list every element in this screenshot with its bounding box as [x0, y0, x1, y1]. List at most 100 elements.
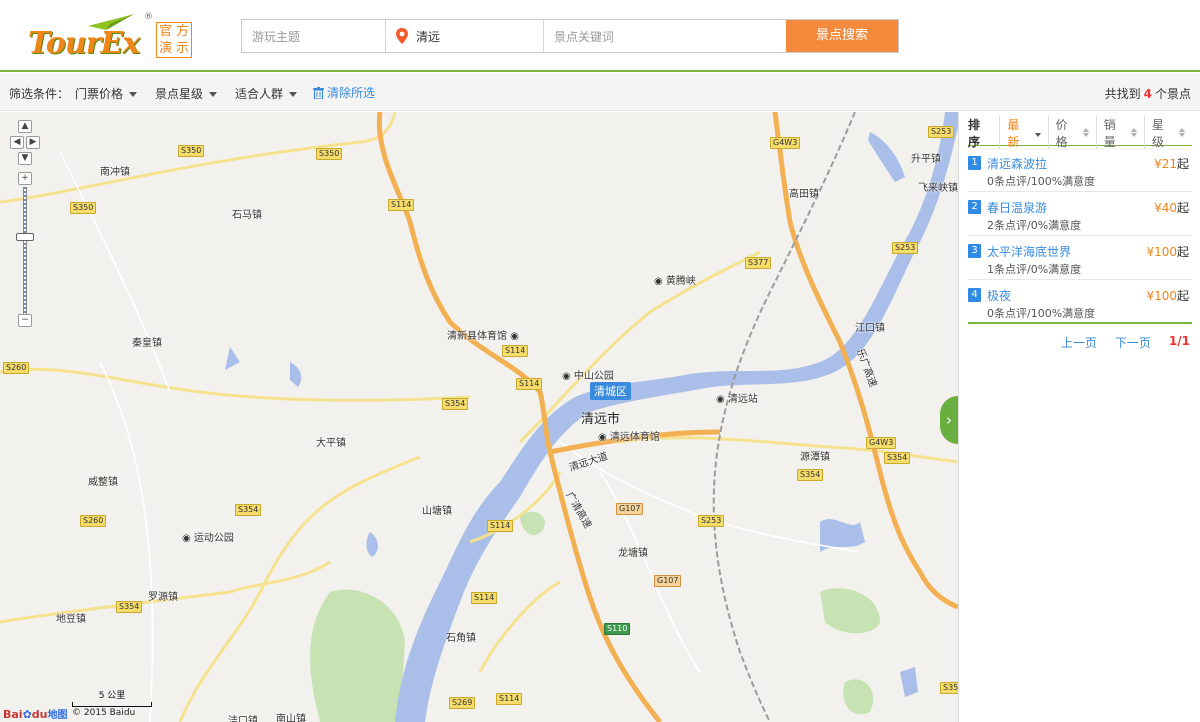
caret-down-icon — [209, 92, 218, 97]
result-item[interactable]: 3 太平洋海底世界 ¥100起 1条点评/0%满意度 — [968, 236, 1192, 280]
sort-arrows-icon — [1034, 128, 1041, 137]
next-page-link[interactable]: 下一页 — [1115, 334, 1151, 351]
location-pin-icon — [396, 28, 408, 44]
result-name-link[interactable]: 清远森波拉 — [987, 155, 1047, 172]
registered-mark: ® — [144, 12, 153, 22]
road-shield: S114 — [496, 693, 523, 705]
sort-header: 排序 最新 价格 销量 星级 — [968, 115, 1192, 150]
prev-page-link[interactable]: 上一页 — [1061, 334, 1097, 351]
sort-arrows-icon — [1130, 128, 1137, 137]
chevron-right-icon: › — [946, 411, 952, 429]
logo-wordmark: TourEx — [28, 26, 140, 61]
city-value: 清远 — [416, 30, 441, 44]
sort-arrows-icon — [1179, 128, 1186, 137]
result-meta: 0条点评/100%满意度 — [987, 307, 1096, 320]
result-price: ¥40起 — [1154, 201, 1189, 215]
filter-ticket-price[interactable]: 门票价格 — [75, 85, 138, 102]
sort-newest[interactable]: 最新 — [999, 115, 1047, 150]
map-place-label: 飞来峡镇 — [918, 183, 958, 194]
logo-official-demo-box: 官方 演示 — [156, 22, 192, 58]
trash-icon — [313, 87, 324, 100]
results-sidebar: 排序 最新 价格 销量 星级 1 清远森波拉 ¥21起 0条点评/100%满意度… — [958, 112, 1200, 722]
road-shield: S350 — [316, 148, 343, 160]
map-place-label: ◉ 清远站 — [716, 394, 758, 405]
sort-stars[interactable]: 星级 — [1143, 115, 1192, 150]
zoom-in-button[interactable]: + — [18, 172, 32, 185]
sort-title: 排序 — [968, 117, 981, 149]
theme-input[interactable]: 游玩主题 — [242, 20, 386, 52]
result-count: 共找到 4 个景点 — [1104, 87, 1191, 101]
zoom-slider-knob[interactable] — [16, 233, 34, 241]
road-shield: S253 — [892, 242, 919, 254]
map-place-label: 山塘镇 — [422, 506, 452, 517]
result-price: ¥100起 — [1146, 245, 1189, 259]
filter-audience[interactable]: 适合人群 — [235, 85, 298, 102]
road-shield: S354 — [235, 504, 262, 516]
map-place-label: ◉ 中山公园 — [562, 371, 614, 382]
road-shield: S253 — [698, 515, 725, 527]
expand-panel-button[interactable]: › — [940, 396, 958, 444]
filter-star-level[interactable]: 景点星级 — [155, 85, 218, 102]
road-shield: S110 — [604, 623, 631, 635]
result-number: 4 — [968, 288, 981, 302]
clear-filters-button[interactable]: 清除所选 — [313, 84, 375, 101]
tourex-logo[interactable]: TourEx ® 官方 演示 — [28, 12, 198, 62]
baidu-map-logo: Bai✿du地图 — [3, 708, 68, 721]
road-shield: S114 — [471, 592, 498, 604]
map-scale: 5 公里 — [72, 688, 152, 707]
result-meta: 2条点评/0%满意度 — [987, 219, 1082, 232]
result-price: ¥21起 — [1154, 157, 1189, 171]
sort-sales[interactable]: 销量 — [1095, 115, 1144, 150]
result-name-link[interactable]: 太平洋海底世界 — [987, 243, 1071, 260]
map-place-label: 南冲镇 — [100, 167, 130, 178]
map-place-label: 高田镇 — [789, 189, 819, 200]
map-view[interactable]: S350 S350 S350 S114 S377 S253 S253 S114 … — [0, 112, 958, 722]
map-place-label: ◉ 黄腾峡 — [654, 276, 696, 287]
sort-arrows-icon — [1082, 128, 1089, 137]
map-place-label: 源潭镇 — [800, 452, 830, 463]
road-shield: S114 — [516, 378, 543, 390]
zoom-slider-track[interactable] — [23, 187, 27, 315]
header: TourEx ® 官方 演示 游玩主题 清远 景点关键词 景点搜索 — [0, 0, 1200, 72]
road-shield: S269 — [449, 697, 476, 709]
road-shield: S260 — [3, 362, 30, 374]
caret-down-icon — [289, 92, 298, 97]
road-shield: S114 — [502, 345, 529, 357]
road-shield: G4W3 — [866, 437, 897, 449]
pan-left-button[interactable]: ◀ — [10, 136, 24, 149]
result-number: 1 — [968, 156, 981, 170]
result-item[interactable]: 2 春日温泉游 ¥40起 2条点评/0%满意度 — [968, 192, 1192, 236]
pan-down-button[interactable]: ▼ — [18, 152, 32, 165]
result-name-link[interactable]: 极夜 — [987, 287, 1011, 304]
road-shield: S350 — [178, 145, 205, 157]
result-name-link[interactable]: 春日温泉游 — [987, 199, 1047, 216]
result-meta: 0条点评/100%满意度 — [987, 175, 1096, 188]
map-place-label: 龙塘镇 — [618, 548, 648, 559]
map-place-label: 秦皇镇 — [132, 338, 162, 349]
pan-up-button[interactable]: ▲ — [18, 120, 32, 133]
district-badge[interactable]: 清城区 — [590, 382, 631, 400]
road-shield: S114 — [487, 520, 514, 532]
pan-right-button[interactable]: ▶ — [26, 136, 40, 149]
result-list: 1 清远森波拉 ¥21起 0条点评/100%满意度 2 春日温泉游 ¥40起 2… — [968, 148, 1192, 324]
road-shield: S350 — [70, 202, 97, 214]
road-shield: S260 — [80, 515, 107, 527]
road-shield: G107 — [616, 503, 644, 515]
road-shield: S377 — [745, 257, 772, 269]
result-meta: 1条点评/0%满意度 — [987, 263, 1082, 276]
sort-price[interactable]: 价格 — [1047, 115, 1096, 150]
result-item[interactable]: 1 清远森波拉 ¥21起 0条点评/100%满意度 — [968, 148, 1192, 192]
result-number: 2 — [968, 200, 981, 214]
map-place-label: ◉ 清远体育馆 — [598, 432, 660, 443]
map-place-label: 威整镇 — [88, 477, 118, 488]
map-place-label: 清新县体育馆 ◉ — [447, 331, 519, 342]
city-input[interactable]: 清远 — [386, 20, 544, 52]
map-place-label: 江口镇 — [855, 323, 885, 334]
paw-icon: ✿ — [22, 708, 32, 721]
road-shield: S114 — [388, 199, 415, 211]
zoom-out-button[interactable]: − — [18, 314, 32, 327]
map-place-label: 石角镇 — [446, 633, 476, 644]
search-button[interactable]: 景点搜索 — [786, 20, 898, 52]
keyword-input[interactable]: 景点关键词 — [544, 20, 786, 52]
result-item[interactable]: 4 极夜 ¥100起 0条点评/100%满意度 — [968, 280, 1192, 324]
